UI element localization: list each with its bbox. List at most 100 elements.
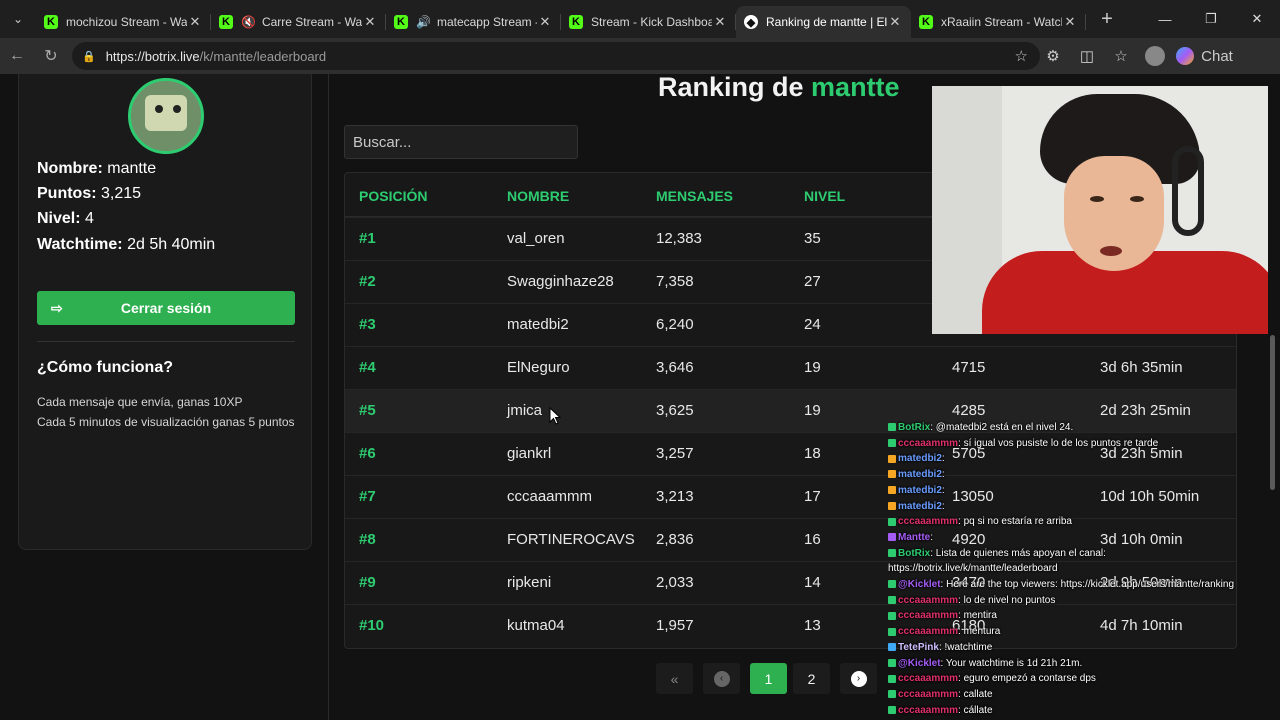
chat-username[interactable]: TetePink: [898, 642, 939, 653]
close-tab-icon[interactable]: ✕: [187, 14, 203, 30]
back-icon[interactable]: ←: [0, 47, 34, 65]
speaker-icon[interactable]: 🔊: [416, 15, 431, 29]
cell-messages: 6,240: [656, 316, 694, 333]
botrix-favicon-icon: ◆: [744, 15, 758, 29]
reload-icon[interactable]: ↻: [34, 46, 68, 66]
browser-tab[interactable]: K 🔇 Carre Stream - Wat ✕: [211, 6, 386, 38]
chat-username[interactable]: cccaaammm: [898, 705, 958, 716]
chat-username[interactable]: matedbi2: [898, 453, 942, 464]
copilot-chat-button[interactable]: Chat: [1176, 47, 1234, 65]
logout-label: Cerrar sesión: [120, 300, 212, 316]
search-input[interactable]: [344, 125, 578, 159]
profile-avatar-icon[interactable]: [1145, 46, 1165, 66]
chat-badge-icon: [888, 501, 896, 510]
page-scrollbar[interactable]: [1270, 335, 1275, 490]
browser-tab[interactable]: ◆ Ranking de mantte | El r ✕: [736, 6, 911, 38]
prev-page-button[interactable]: ‹: [703, 663, 740, 694]
header-position[interactable]: POSICIÓN: [359, 188, 427, 204]
url-field[interactable]: 🔒 https://botrix.live/k/mantte/leaderboa…: [72, 42, 1040, 70]
cell-level: 35: [804, 230, 821, 247]
how-line-1: Cada mensaje que envía, ganas 10XP: [37, 395, 243, 409]
chat-username[interactable]: cccaaammm: [898, 689, 958, 700]
tab-actions-menu-icon[interactable]: ⌄: [0, 0, 36, 38]
cell-pos: #2: [359, 273, 376, 290]
header-level[interactable]: NIVEL: [804, 188, 845, 204]
logout-button[interactable]: ⇨ Cerrar sesión: [37, 291, 295, 325]
kick-favicon-icon: K: [219, 15, 233, 29]
favorite-star-icon[interactable]: ☆: [1015, 47, 1028, 65]
chat-text: : pq si no estaría re arriba: [958, 516, 1072, 528]
chat-message: cccaaammm: cállate: [888, 703, 1238, 719]
favorites-icon[interactable]: ☆: [1104, 47, 1138, 65]
webcam-overlay: [932, 86, 1268, 334]
browser-tab[interactable]: K 🔊 matecapp Stream - ✕: [386, 6, 561, 38]
chat-username[interactable]: @Kicklet: [898, 579, 941, 590]
next-page-button[interactable]: ›: [840, 663, 877, 694]
maximize-icon[interactable]: ❐: [1188, 0, 1234, 38]
chat-text: :: [930, 531, 934, 543]
chat-text: : eguro empezó a contarse dps: [958, 673, 1096, 685]
cell-messages: 1,957: [656, 617, 694, 634]
cell-level: 19: [804, 402, 821, 419]
close-tab-icon[interactable]: ✕: [887, 14, 903, 30]
header-messages[interactable]: MENSAJES: [656, 188, 733, 204]
close-window-icon[interactable]: ✕: [1234, 0, 1280, 38]
cell-name: ElNeguro: [507, 359, 570, 376]
browser-tab[interactable]: K Stream - Kick Dashboard ✕: [561, 6, 736, 38]
browser-tab-bar: ⌄ Kmochizou Stream - Watc ✕ K 🔇 Carre Stream…: [0, 0, 1280, 38]
close-tab-icon[interactable]: ✕: [1062, 14, 1078, 30]
site-info-icon[interactable]: 🔒: [82, 50, 96, 63]
cell-name: ripkeni: [507, 574, 552, 591]
browser-tab[interactable]: KxRaaiin Stream - Watch ✕: [911, 6, 1086, 38]
chat-username[interactable]: BotRix: [898, 422, 930, 433]
profile-name: Nombre: mantte: [37, 160, 157, 177]
chat-badge-icon: [888, 439, 896, 448]
cell-name: jmica: [507, 402, 543, 419]
chat-message: Mantte:: [888, 530, 1238, 546]
chat-message: BotRix: Lista de quienes más apoyan el c…: [888, 546, 1238, 562]
chat-username[interactable]: cccaaammm: [898, 438, 958, 449]
kick-favicon-icon: K: [569, 15, 583, 29]
chat-text: :: [941, 469, 945, 481]
muted-speaker-icon[interactable]: 🔇: [241, 15, 256, 29]
cell-level: 24: [804, 316, 821, 333]
chat-message: BotRix: @matedbi2 está en el nivel 24.: [888, 420, 1238, 436]
chat-label: Chat: [1201, 47, 1233, 65]
close-tab-icon[interactable]: ✕: [362, 14, 378, 30]
chat-username[interactable]: matedbi2: [898, 469, 942, 480]
browser-tab[interactable]: Kmochizou Stream - Watc ✕: [36, 6, 211, 38]
chat-username[interactable]: cccaaammm: [898, 673, 958, 684]
close-tab-icon[interactable]: ✕: [712, 14, 728, 30]
chat-badge-icon: [888, 627, 896, 636]
cell-name: matedbi2: [507, 316, 569, 333]
chat-username[interactable]: matedbi2: [898, 485, 942, 496]
split-screen-icon[interactable]: ◫: [1070, 47, 1104, 65]
chat-username[interactable]: matedbi2: [898, 501, 942, 512]
minimize-icon[interactable]: —: [1142, 0, 1188, 38]
cell-messages: 2,033: [656, 574, 694, 591]
page-1-button[interactable]: 1: [750, 663, 787, 694]
chat-message: cccaaammm: mentura: [888, 624, 1238, 640]
new-tab-button[interactable]: +: [1092, 8, 1122, 31]
header-name[interactable]: NOMBRE: [507, 188, 569, 204]
chat-badge-icon: [888, 596, 896, 605]
chat-username[interactable]: @Kicklet: [898, 658, 941, 669]
copilot-icon: [1176, 47, 1194, 65]
chat-username[interactable]: BotRix: [898, 548, 930, 559]
chat-username[interactable]: cccaaammm: [898, 516, 958, 527]
page-2-button[interactable]: 2: [793, 663, 830, 694]
cell-messages: 3,213: [656, 488, 694, 505]
extensions-icon[interactable]: ⚙: [1036, 47, 1070, 65]
chat-text: :: [941, 484, 945, 496]
chat-username[interactable]: Mantte: [898, 532, 930, 543]
cell-points: 4285: [952, 402, 986, 419]
chat-username[interactable]: cccaaammm: [898, 610, 958, 621]
chat-badge-icon: [888, 470, 896, 479]
chat-username[interactable]: cccaaammm: [898, 626, 958, 637]
close-tab-icon[interactable]: ✕: [537, 14, 553, 30]
how-line-2: Cada 5 minutos de visualización ganas 5 …: [37, 415, 295, 429]
chat-username[interactable]: cccaaammm: [898, 595, 958, 606]
first-page-button[interactable]: «: [656, 663, 693, 694]
cell-level: 19: [804, 359, 821, 376]
cell-level: 18: [804, 445, 821, 462]
